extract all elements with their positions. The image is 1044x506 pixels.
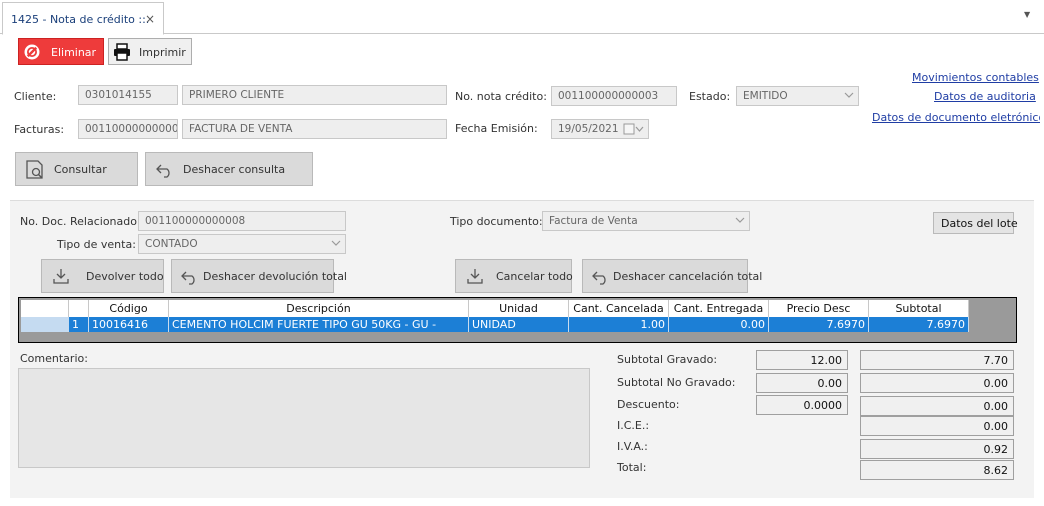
- tipo-venta-value: CONTADO: [145, 238, 198, 250]
- estado-value: EMITIDO: [743, 90, 788, 102]
- subtotal-no-gravado-value: 0.00: [860, 373, 1014, 393]
- iva-label: I.V.A.:: [617, 440, 648, 453]
- comentario-textarea[interactable]: [18, 368, 590, 468]
- download-icon: [467, 269, 483, 284]
- close-icon[interactable]: ×: [145, 12, 155, 26]
- subtotal-no-gravado-pct[interactable]: 0.00: [756, 373, 848, 393]
- deshacer-devolucion-button[interactable]: Deshacer devolución total: [171, 259, 347, 293]
- consultar-label: Consultar: [54, 163, 107, 176]
- factura-num-field[interactable]: 001100000000008: [78, 119, 178, 139]
- cliente-code-field[interactable]: 0301014155: [78, 85, 178, 105]
- factura-tipo-field[interactable]: FACTURA DE VENTA: [182, 119, 447, 139]
- imprimir-label: Imprimir: [139, 46, 186, 59]
- eliminar-button[interactable]: Eliminar: [18, 38, 104, 65]
- grid-header-codigo[interactable]: Código: [89, 300, 169, 317]
- grid-header-cant-entregada[interactable]: Cant. Entregada: [669, 300, 769, 317]
- window-edge: [1040, 34, 1044, 506]
- total-label: Total:: [617, 461, 647, 474]
- doc-relacionado-label: No. Doc. Relacionado:: [20, 215, 141, 228]
- grid-cell-num[interactable]: 1: [69, 317, 89, 332]
- fecha-field[interactable]: 19/05/2021: [551, 119, 649, 139]
- grid-cell-precio-desc[interactable]: 7.6970: [769, 317, 869, 332]
- deshacer-consulta-button[interactable]: Deshacer consulta: [145, 152, 313, 186]
- grid-header-unidad[interactable]: Unidad: [469, 300, 569, 317]
- fecha-value: 19/05/2021: [558, 123, 619, 135]
- tab-nota-credito[interactable]: 1425 - Nota de crédito ::. ×: [2, 2, 164, 35]
- grid-cell-codigo[interactable]: 10016416: [89, 317, 169, 332]
- tipo-documento-value: Factura de Venta: [549, 215, 638, 227]
- datos-lote-button[interactable]: Datos del lote: [933, 212, 1018, 234]
- undo-icon: [181, 271, 195, 285]
- cancelar-todo-label: Cancelar todo: [496, 270, 573, 283]
- descuento-value: 0.00: [860, 396, 1014, 416]
- chevron-down-icon[interactable]: ▼: [1024, 10, 1030, 19]
- deshacer-consulta-label: Deshacer consulta: [183, 163, 286, 176]
- deshacer-cancelacion-button[interactable]: Deshacer cancelación total: [582, 259, 762, 293]
- grid-cell-cant-entregada[interactable]: 0.00: [669, 317, 769, 332]
- devolver-todo-button[interactable]: Devolver todo: [41, 259, 164, 293]
- estado-select[interactable]: EMITIDO: [736, 86, 859, 106]
- nota-credito-field[interactable]: 001100000000003: [551, 86, 677, 106]
- ice-value: 0.00: [860, 416, 1014, 436]
- tipo-venta-select[interactable]: CONTADO: [138, 234, 346, 254]
- printer-icon: [114, 43, 130, 61]
- grid-row-indicator[interactable]: [21, 317, 69, 332]
- grid-cell-cant-cancelada[interactable]: 1.00: [569, 317, 669, 332]
- imprimir-button[interactable]: Imprimir: [108, 38, 192, 65]
- grid-header-descripcion[interactable]: Descripción: [169, 300, 469, 317]
- deshacer-devolucion-label: Deshacer devolución total: [203, 270, 347, 283]
- grid-header-subtotal[interactable]: Subtotal: [869, 300, 969, 317]
- ice-label: I.C.E.:: [617, 419, 650, 432]
- grid-cell-descripcion[interactable]: CEMENTO HOLCIM FUERTE TIPO GU 50KG - GU …: [169, 317, 469, 332]
- estado-label: Estado:: [689, 90, 731, 103]
- grid-header-precio-desc[interactable]: Precio Desc: [769, 300, 869, 317]
- descuento-pct[interactable]: 0.0000: [756, 395, 848, 415]
- consultar-button[interactable]: Consultar: [15, 152, 138, 186]
- grid-header-cant-cancelada[interactable]: Cant. Cancelada: [569, 300, 669, 317]
- eliminar-label: Eliminar: [51, 46, 97, 59]
- movimientos-contables-link[interactable]: Movimientos contables: [912, 71, 1039, 84]
- total-value: 8.62: [860, 460, 1014, 480]
- subtotal-gravado-value: 7.70: [860, 350, 1014, 370]
- detail-grid[interactable]: Código Descripción Unidad Cant. Cancelad…: [18, 297, 1017, 343]
- grid-cell-unidad[interactable]: UNIDAD: [469, 317, 569, 332]
- fecha-label: Fecha Emisión:: [455, 122, 538, 135]
- chevron-down-icon: [735, 217, 745, 223]
- iva-value: 0.92: [860, 439, 1014, 459]
- grid-cell-subtotal[interactable]: 7.6970: [869, 317, 969, 332]
- datos-documento-electronico-link[interactable]: Datos de documento eletrónico: [872, 111, 1044, 124]
- nota-credito-label: No. nota crédito:: [455, 90, 547, 103]
- comentario-label: Comentario:: [20, 352, 88, 365]
- descuento-label: Descuento:: [617, 398, 680, 411]
- datos-auditoria-link[interactable]: Datos de auditoria: [934, 90, 1036, 103]
- document-search-icon: [26, 160, 43, 179]
- grid-header-num: [69, 300, 89, 317]
- subtotal-gravado-pct[interactable]: 12.00: [756, 350, 848, 370]
- chevron-down-icon: [844, 92, 854, 98]
- tipo-venta-label: Tipo de venta:: [57, 238, 136, 251]
- subtotal-no-gravado-label: Subtotal No Gravado:: [617, 376, 736, 389]
- undo-icon: [156, 164, 170, 178]
- devolver-todo-label: Devolver todo: [86, 270, 164, 283]
- chevron-down-icon: [331, 240, 341, 246]
- download-icon: [53, 269, 69, 284]
- tab-title: 1425 - Nota de crédito ::.: [11, 13, 150, 26]
- prohibited-icon: [24, 44, 40, 60]
- datos-lote-label: Datos del lote: [941, 217, 1018, 230]
- cliente-name-field[interactable]: PRIMERO CLIENTE: [182, 85, 447, 105]
- doc-relacionado-field[interactable]: 001100000000008: [138, 211, 346, 231]
- calendar-dropdown-icon[interactable]: [623, 123, 645, 135]
- undo-icon: [592, 271, 606, 285]
- tipo-documento-label: Tipo documento:: [450, 215, 543, 228]
- tipo-documento-select[interactable]: Factura de Venta: [542, 211, 750, 231]
- subtotal-gravado-label: Subtotal Gravado:: [617, 353, 718, 366]
- grid-header-indicator: [21, 300, 69, 317]
- deshacer-cancelacion-label: Deshacer cancelación total: [613, 270, 763, 283]
- facturas-label: Facturas:: [14, 123, 65, 136]
- cliente-label: Cliente:: [14, 90, 57, 103]
- cancelar-todo-button[interactable]: Cancelar todo: [455, 259, 573, 293]
